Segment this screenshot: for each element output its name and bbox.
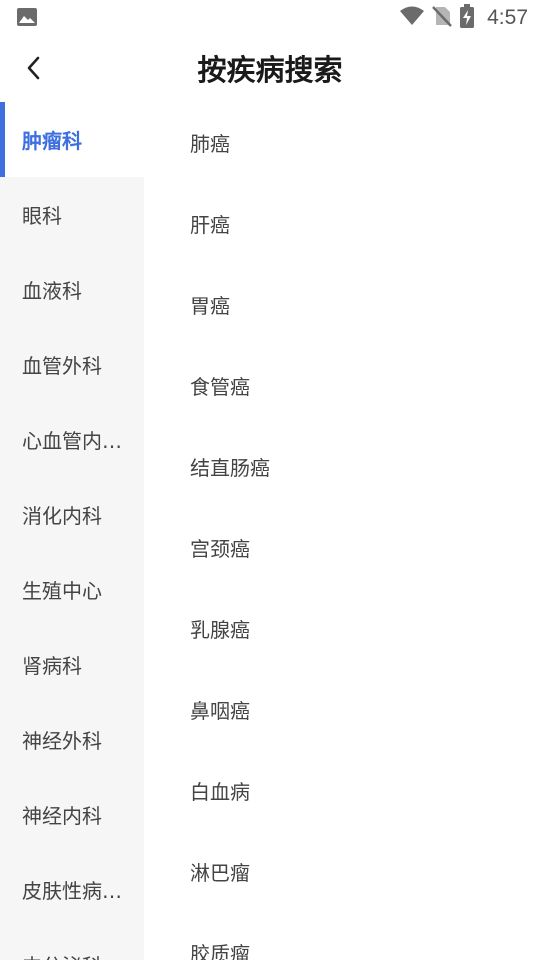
- disease-item-glioma[interactable]: 胶质瘤: [144, 912, 540, 960]
- sidebar-item-cardiology[interactable]: 心血管内…: [0, 402, 144, 477]
- sidebar-item-label: 血液科: [22, 279, 82, 303]
- disease-item-label: 肝癌: [190, 213, 230, 237]
- sidebar-item-neurology[interactable]: 神经内科: [0, 777, 144, 852]
- disease-item-label: 宫颈癌: [190, 537, 250, 561]
- sidebar-item-vascular-surgery[interactable]: 血管外科: [0, 327, 144, 402]
- disease-item-label: 胃癌: [190, 294, 230, 318]
- disease-item-lung-cancer[interactable]: 肺癌: [144, 102, 540, 183]
- disease-list[interactable]: 肺癌 肝癌 胃癌 食管癌 结直肠癌 宫颈癌 乳腺癌 鼻咽癌 白血病 淋巴瘤 胶质…: [144, 102, 540, 960]
- sidebar-item-reproductive-center[interactable]: 生殖中心: [0, 552, 144, 627]
- sidebar-item-neurosurgery[interactable]: 神经外科: [0, 702, 144, 777]
- sidebar-item-label: 生殖中心: [22, 579, 102, 603]
- disease-item-label: 乳腺癌: [190, 618, 250, 642]
- sidebar-item-nephrology[interactable]: 肾病科: [0, 627, 144, 702]
- disease-item-liver-cancer[interactable]: 肝癌: [144, 183, 540, 264]
- disease-item-label: 肺癌: [190, 132, 230, 156]
- disease-item-cervical-cancer[interactable]: 宫颈癌: [144, 507, 540, 588]
- sidebar-item-oncology[interactable]: 肿瘤科: [0, 102, 144, 177]
- gallery-icon: [16, 7, 38, 27]
- disease-item-label: 白血病: [190, 780, 250, 804]
- disease-item-colorectal-cancer[interactable]: 结直肠癌: [144, 426, 540, 507]
- disease-item-label: 淋巴瘤: [190, 861, 250, 885]
- page-title: 按疾病搜索: [197, 53, 343, 87]
- sidebar-item-label: 皮肤性病…: [22, 879, 122, 903]
- disease-item-breast-cancer[interactable]: 乳腺癌: [144, 588, 540, 669]
- sidebar-item-label: 神经内科: [22, 804, 102, 828]
- header: 按疾病搜索: [0, 36, 540, 102]
- disease-item-label: 食管癌: [190, 375, 250, 399]
- department-sidebar[interactable]: 肿瘤科 眼科 血液科 血管外科 心血管内… 消化内科 生殖中心 肾病科 神经外科…: [0, 102, 144, 960]
- no-sim-icon: [431, 5, 453, 31]
- disease-item-label: 鼻咽癌: [190, 699, 250, 723]
- sidebar-item-label: 肾病科: [22, 654, 82, 678]
- status-bar: 4:57: [0, 0, 540, 36]
- sidebar-item-hematology[interactable]: 血液科: [0, 252, 144, 327]
- sidebar-item-dermatology[interactable]: 皮肤性病…: [0, 852, 144, 927]
- sidebar-item-ophthalmology[interactable]: 眼科: [0, 177, 144, 252]
- sidebar-item-label: 血管外科: [22, 354, 102, 378]
- sidebar-item-endocrinology[interactable]: 内分泌科: [0, 927, 144, 960]
- sidebar-item-gastroenterology[interactable]: 消化内科: [0, 477, 144, 552]
- sidebar-item-label: 神经外科: [22, 729, 102, 753]
- disease-item-leukemia[interactable]: 白血病: [144, 750, 540, 831]
- sidebar-item-label: 内分泌科: [22, 950, 102, 960]
- disease-item-label: 胶质瘤: [190, 942, 250, 960]
- disease-item-label: 结直肠癌: [190, 456, 270, 480]
- sidebar-item-label: 心血管内…: [22, 429, 122, 453]
- disease-item-lymphoma[interactable]: 淋巴瘤: [144, 831, 540, 912]
- disease-item-nasopharyngeal-cancer[interactable]: 鼻咽癌: [144, 669, 540, 750]
- battery-charging-icon: [459, 4, 475, 32]
- status-time: 4:57: [487, 6, 528, 29]
- sidebar-item-label: 眼科: [22, 204, 62, 228]
- sidebar-item-label: 消化内科: [22, 504, 102, 528]
- status-icons: 4:57: [399, 4, 528, 32]
- wifi-icon: [399, 6, 425, 30]
- disease-item-stomach-cancer[interactable]: 胃癌: [144, 264, 540, 345]
- disease-item-esophageal-cancer[interactable]: 食管癌: [144, 345, 540, 426]
- sidebar-item-label: 肿瘤科: [22, 129, 82, 153]
